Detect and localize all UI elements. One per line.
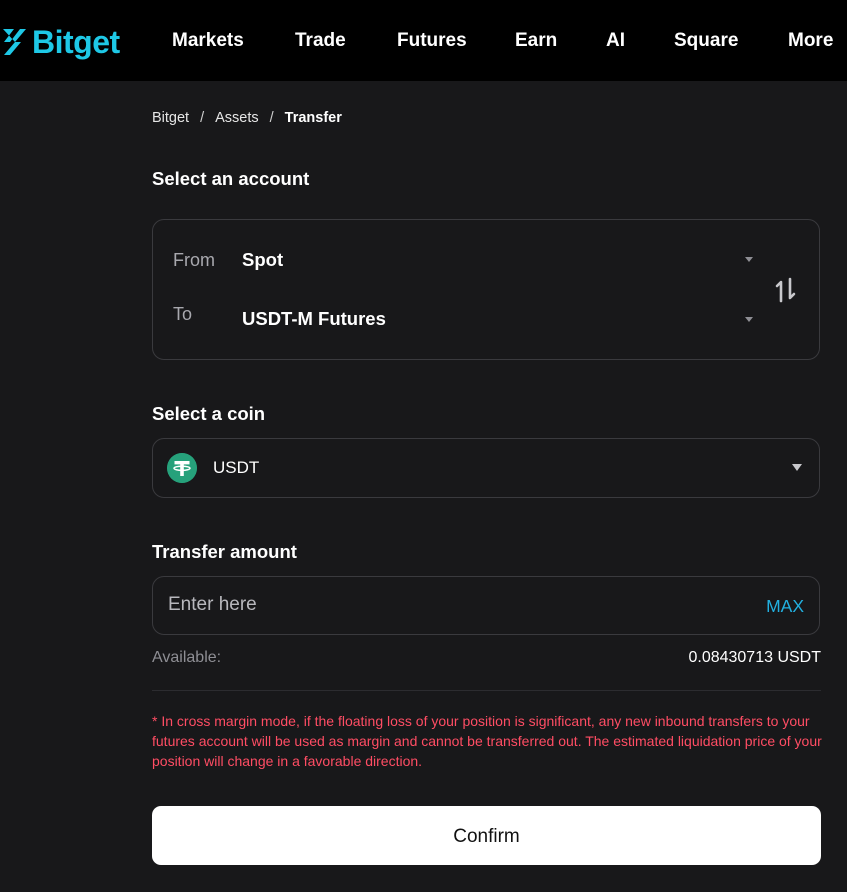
nav-item-square[interactable]: Square xyxy=(674,29,738,53)
max-button[interactable]: MAX xyxy=(766,595,804,617)
to-label: To xyxy=(173,304,193,324)
chevron-down-icon[interactable] xyxy=(745,317,753,322)
account-section-title: Select an account xyxy=(152,168,310,189)
from-account-select[interactable]: Spot xyxy=(242,249,283,271)
account-selector-box: From Spot To USDT-M Futures xyxy=(152,219,820,360)
breadcrumb-separator: / xyxy=(269,110,274,126)
breadcrumb-item-bitget[interactable]: Bitget xyxy=(152,110,189,126)
divider xyxy=(152,690,821,691)
coin-name: USDT xyxy=(213,458,260,477)
amount-input[interactable] xyxy=(168,591,688,619)
confirm-button[interactable]: Confirm xyxy=(152,806,821,865)
brand-logo[interactable]: Bitget xyxy=(0,22,120,62)
chevron-down-icon[interactable] xyxy=(745,257,753,262)
available-balance: 0.08430713 USDT xyxy=(688,649,821,666)
to-account-select[interactable]: USDT-M Futures xyxy=(242,308,386,330)
breadcrumb: Bitget / Assets / Transfer xyxy=(152,109,342,127)
top-navbar: Bitget Markets Trade Futures Earn AI Squ… xyxy=(0,0,847,81)
swap-vertical-icon[interactable] xyxy=(775,277,797,303)
nav-item-markets[interactable]: Markets xyxy=(172,29,244,53)
tether-icon xyxy=(167,453,197,483)
coin-section-title: Select a coin xyxy=(152,403,266,424)
amount-field-box: MAX xyxy=(152,576,820,635)
breadcrumb-separator: / xyxy=(200,110,205,126)
amount-section-title: Transfer amount xyxy=(152,541,297,562)
nav-item-trade[interactable]: Trade xyxy=(295,29,346,53)
nav-item-futures[interactable]: Futures xyxy=(397,29,467,53)
cross-margin-warning: * In cross margin mode, if the floating … xyxy=(152,713,822,769)
bitget-logo-icon xyxy=(3,29,26,55)
coin-select[interactable]: USDT xyxy=(152,438,820,498)
brand-name: Bitget xyxy=(32,24,120,60)
breadcrumb-item-assets[interactable]: Assets xyxy=(215,110,259,126)
available-label: Available: xyxy=(152,649,222,666)
chevron-down-icon[interactable] xyxy=(792,464,802,471)
nav-item-ai[interactable]: AI xyxy=(606,29,625,53)
nav-item-earn[interactable]: Earn xyxy=(515,29,557,53)
breadcrumb-item-transfer: Transfer xyxy=(284,110,342,126)
nav-item-more[interactable]: More xyxy=(788,29,833,53)
from-label: From xyxy=(173,250,215,270)
